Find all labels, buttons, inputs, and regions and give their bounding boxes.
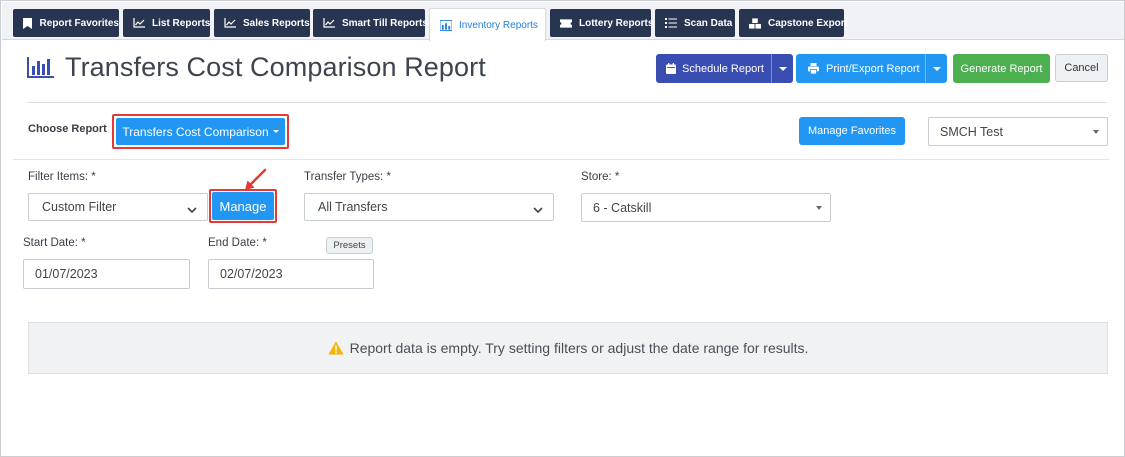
tab-label: List Reports <box>152 17 211 29</box>
transfer-types-label: Transfer Types: * <box>304 171 391 183</box>
end-date-label: End Date: * <box>208 237 267 249</box>
tab-label: Lottery Reports <box>579 17 654 29</box>
ticket-icon <box>560 17 572 29</box>
tab-lottery-reports[interactable]: Lottery Reports <box>550 9 654 37</box>
caret-down-icon <box>1093 129 1099 134</box>
manage-favorites-button[interactable]: Manage Favorites <box>799 117 905 145</box>
schedule-report-button[interactable]: Schedule Report <box>656 54 793 83</box>
page-title: Transfers Cost Comparison Report <box>65 52 486 82</box>
schedule-report-label: Schedule Report <box>682 62 764 75</box>
tab-inventory-reports[interactable]: Inventory Reports <box>429 8 546 42</box>
tab-smart-till-reports[interactable]: Smart Till Reports <box>313 9 428 37</box>
tab-capstone-export[interactable]: Capstone Export <box>739 9 848 37</box>
print-export-dropdown-toggle[interactable] <box>925 54 947 83</box>
choose-report-selected: Transfers Cost Comparison <box>122 124 269 139</box>
store-value: 6 - Catskill <box>593 200 652 215</box>
tab-label: Inventory Reports <box>459 19 538 31</box>
store-label: Store: * <box>581 171 620 183</box>
caret-down-icon <box>932 66 941 71</box>
line-chart-icon <box>133 17 145 29</box>
pointer-arrow-icon <box>239 168 267 197</box>
warning-icon <box>328 341 344 355</box>
bookmark-icon <box>23 17 33 29</box>
chevron-down-icon <box>533 203 543 217</box>
tab-label: Scan Data <box>684 17 733 29</box>
line-chart-icon <box>323 17 335 29</box>
transfer-types-select[interactable]: All Transfers <box>304 193 554 221</box>
divider <box>13 159 1109 160</box>
tab-label: Report Favorites <box>39 17 119 29</box>
tab-report-favorites[interactable]: Report Favorites <box>13 9 119 37</box>
tab-list-reports[interactable]: List Reports <box>123 9 210 37</box>
tab-label: Capstone Export <box>768 17 849 29</box>
tab-sales-reports[interactable]: Sales Reports <box>214 9 310 37</box>
printer-icon <box>808 63 819 74</box>
print-export-label: Print/Export Report <box>826 62 920 75</box>
caret-down-icon <box>272 130 279 133</box>
chevron-down-icon <box>187 203 197 217</box>
report-window: Report Favorites List Reports Sales Repo… <box>0 0 1125 457</box>
tab-label: Smart Till Reports <box>342 17 428 29</box>
line-chart-icon <box>224 17 236 29</box>
cubes-icon <box>749 17 761 29</box>
tab-label: Sales Reports <box>243 17 310 29</box>
choose-report-dropdown[interactable]: Transfers Cost Comparison <box>116 118 285 145</box>
bar-chart-icon <box>440 19 452 31</box>
presets-button[interactable]: Presets <box>326 237 373 254</box>
choose-report-label: Choose Report <box>28 123 107 135</box>
caret-down-icon <box>778 66 787 71</box>
filter-items-label: Filter Items: * <box>28 171 96 183</box>
store-account-value: SMCH Test <box>940 124 1003 139</box>
bar-chart-icon <box>27 57 54 83</box>
generate-report-button[interactable]: Generate Report <box>953 54 1050 83</box>
tab-scan-data[interactable]: Scan Data <box>655 9 735 37</box>
transfer-types-value: All Transfers <box>318 200 388 214</box>
store-select[interactable]: 6 - Catskill <box>581 193 831 222</box>
empty-report-message: Report data is empty. Try setting filter… <box>349 340 809 356</box>
divider <box>27 102 1107 103</box>
cancel-button[interactable]: Cancel <box>1055 54 1108 82</box>
schedule-dropdown-toggle[interactable] <box>771 54 793 83</box>
calendar-icon <box>666 63 676 74</box>
start-date-label: Start Date: * <box>23 237 86 249</box>
filter-items-value: Custom Filter <box>42 200 117 214</box>
store-account-select[interactable]: SMCH Test <box>928 117 1108 146</box>
end-date-input[interactable]: 02/07/2023 <box>208 259 374 289</box>
list-icon <box>665 17 677 29</box>
filter-items-select[interactable]: Custom Filter <box>28 193 208 221</box>
caret-down-icon <box>816 205 822 210</box>
report-tabs: Report Favorites List Reports Sales Repo… <box>2 2 1124 42</box>
empty-report-alert: Report data is empty. Try setting filter… <box>28 322 1108 374</box>
print-export-button[interactable]: Print/Export Report <box>796 54 947 83</box>
start-date-input[interactable]: 01/07/2023 <box>23 259 190 289</box>
